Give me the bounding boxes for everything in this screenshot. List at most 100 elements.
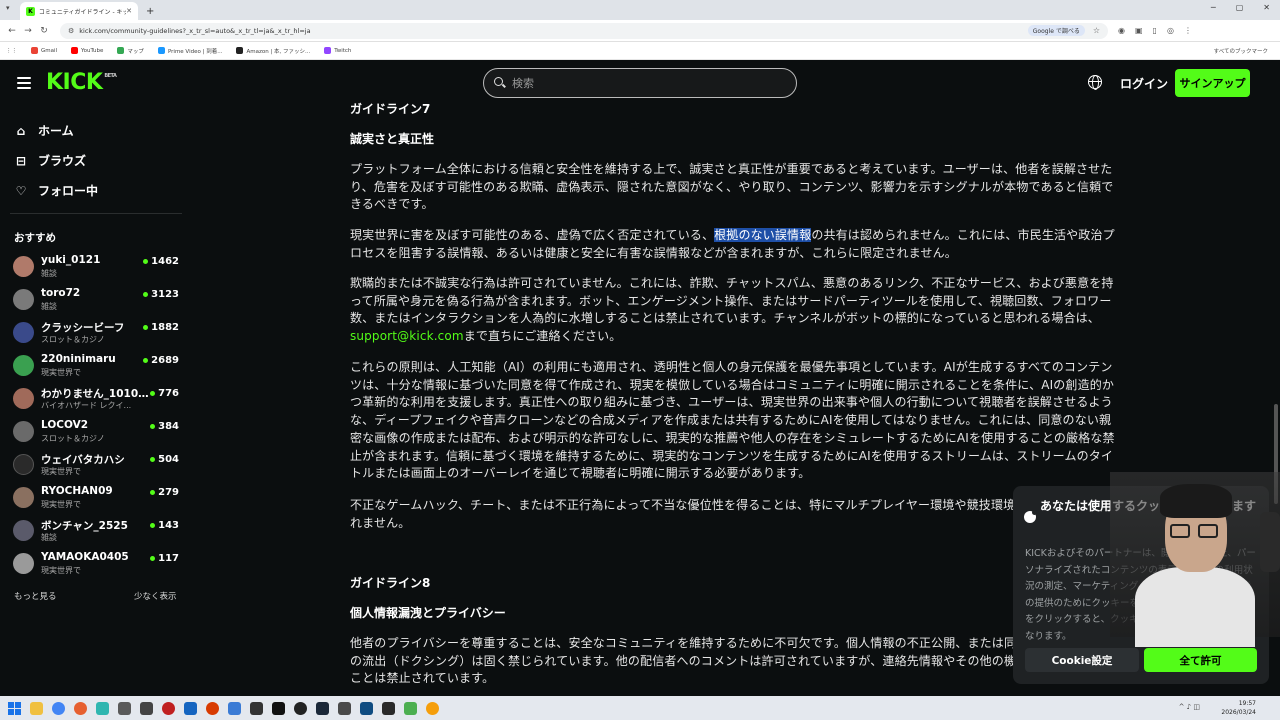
edge-icon[interactable] bbox=[96, 701, 109, 715]
channel-item[interactable]: RYOCHAN09 現実世界で 279 bbox=[13, 484, 183, 512]
guideline-7-title: 誠実さと真正性 bbox=[350, 132, 435, 146]
sidebar-divider bbox=[10, 213, 182, 214]
profile-icon[interactable]: ◎ bbox=[1167, 26, 1174, 35]
search-input[interactable]: 検索 bbox=[483, 68, 797, 98]
site-info-icon[interactable]: ⚙ bbox=[68, 27, 74, 35]
google-translate-badge[interactable]: Google で調べる bbox=[1027, 25, 1085, 36]
selected-text[interactable]: 根拠のない誤情報 bbox=[714, 228, 812, 242]
app-icon[interactable] bbox=[382, 701, 395, 715]
channel-item[interactable]: toro72 雑談 3123 bbox=[13, 286, 183, 314]
viewer-count: 1882 bbox=[143, 322, 179, 333]
steam-icon[interactable] bbox=[316, 701, 329, 715]
app-icon[interactable] bbox=[140, 701, 153, 715]
tab-menu-icon[interactable]: ▾ bbox=[6, 4, 10, 12]
app-icon[interactable] bbox=[360, 701, 373, 715]
minimize-icon[interactable]: ─ bbox=[1211, 3, 1216, 12]
show-less-link[interactable]: 少なく表示 bbox=[134, 590, 177, 602]
language-globe-icon[interactable] bbox=[1088, 75, 1102, 90]
all-bookmarks[interactable]: すべてのブックマーク bbox=[1214, 47, 1268, 55]
sidebar-item-browse[interactable]: ⊟ ブラウズ bbox=[14, 152, 86, 169]
bookmark-star-icon[interactable]: ☆ bbox=[1093, 26, 1100, 35]
maximize-icon[interactable]: ▢ bbox=[1236, 3, 1244, 12]
more-menu-icon[interactable]: ⋮ bbox=[1184, 26, 1192, 35]
clock-time: 19:57 bbox=[1238, 700, 1256, 707]
app-icon[interactable] bbox=[206, 701, 219, 715]
bookmark-prime-video[interactable]: Prime Video | 到着... bbox=[157, 47, 222, 55]
close-window-icon[interactable]: ✕ bbox=[1263, 3, 1270, 12]
system-tray-icons[interactable]: ^ ♪ ◫ bbox=[1179, 703, 1200, 711]
avatar bbox=[13, 454, 34, 475]
channel-category: 現実世界で bbox=[41, 500, 81, 509]
glasses-left bbox=[1170, 524, 1190, 538]
kick-logo[interactable]: KICK BETA bbox=[46, 70, 117, 95]
channel-name: RYOCHAN09 bbox=[41, 485, 113, 497]
channel-name: ボンチャン_2525 bbox=[41, 520, 128, 532]
show-more-link[interactable]: もっと見る bbox=[14, 590, 57, 602]
channel-item[interactable]: YAMAOKA0405 現実世界で 117 bbox=[13, 550, 183, 578]
hamburger-menu-icon[interactable] bbox=[17, 77, 31, 89]
apps-icon[interactable]: ⋮⋮ bbox=[6, 48, 17, 54]
allow-all-button[interactable]: 全て許可 bbox=[1144, 648, 1257, 672]
app-icon[interactable] bbox=[338, 701, 351, 715]
bookmark-gmail[interactable]: Gmail bbox=[31, 47, 57, 54]
channel-item[interactable]: ボンチャン_2525 雑談 143 bbox=[13, 517, 183, 545]
cookie-icon bbox=[1024, 510, 1037, 523]
bookmark-youtube[interactable]: YouTube bbox=[71, 47, 103, 54]
recommended-heading: おすすめ bbox=[14, 232, 56, 244]
channel-name: toro72 bbox=[41, 287, 81, 299]
channel-name: わかりません_10101... bbox=[41, 388, 151, 400]
viewer-count: 117 bbox=[150, 553, 179, 564]
record-icon[interactable] bbox=[162, 701, 175, 715]
app-icon[interactable] bbox=[426, 701, 439, 715]
channel-item[interactable]: わかりません_10101... バイオハザード レクイ... 776 bbox=[13, 385, 183, 413]
channel-category: 現実世界で bbox=[41, 368, 81, 377]
channel-item[interactable]: LOCOV2 スロット＆カジノ 384 bbox=[13, 418, 183, 446]
obs-icon[interactable] bbox=[294, 701, 307, 715]
tab-close-icon[interactable]: ✕ bbox=[126, 7, 132, 15]
app-icon[interactable] bbox=[184, 701, 197, 715]
login-button[interactable]: ログイン bbox=[1120, 75, 1168, 92]
sidebar-item-following[interactable]: ♡ フォロー中 bbox=[14, 182, 98, 199]
file-explorer-icon[interactable] bbox=[30, 701, 43, 715]
reload-icon[interactable]: ↻ bbox=[36, 26, 52, 36]
channel-item[interactable]: クラッシービーフ スロット＆カジノ 1882 bbox=[13, 319, 183, 347]
sidebar-item-home[interactable]: ⌂ ホーム bbox=[14, 122, 74, 139]
paragraph: これらの原則は、人工知能（AI）の利用にも適用され、透明性と個人の身元保護を最優… bbox=[350, 360, 1115, 481]
app-icon[interactable] bbox=[118, 701, 131, 715]
terminal-icon[interactable] bbox=[250, 701, 263, 715]
puzzle-icon[interactable]: ▣ bbox=[1135, 26, 1143, 35]
paragraph: プラットフォーム全体における信頼と安全性を維持する上で、誠実さと真正性が重要であ… bbox=[350, 162, 1114, 212]
firefox-icon[interactable] bbox=[74, 701, 87, 715]
system-clock[interactable]: 19:57 2026/03/24 bbox=[1221, 699, 1256, 717]
live-dot-icon bbox=[143, 358, 149, 363]
channel-category: スロット＆カジノ bbox=[41, 335, 105, 344]
channel-item[interactable]: yuki_0121 雑談 1462 bbox=[13, 253, 183, 281]
browser-tabstrip: ▾ K コミュニティガイドライン - キックストリ… ✕ + ─ ▢ ✕ bbox=[0, 0, 1280, 20]
url-field[interactable]: ⚙ kick.com/community-guidelines?_x_tr_sl… bbox=[60, 22, 1108, 39]
browser-tab[interactable]: K コミュニティガイドライン - キックストリ… ✕ bbox=[20, 2, 138, 20]
windows-start-icon[interactable] bbox=[8, 701, 21, 715]
extension-icons: ◉ ▣ ▯ ◎ ⋮ bbox=[1118, 26, 1192, 35]
chrome-icon[interactable] bbox=[52, 701, 65, 715]
kick-favicon-icon: K bbox=[26, 6, 35, 16]
back-icon[interactable]: ← bbox=[4, 26, 20, 36]
app-icon[interactable] bbox=[272, 701, 285, 715]
forward-icon[interactable]: → bbox=[20, 26, 36, 36]
bookmark-twitch[interactable]: Twitch bbox=[324, 47, 351, 54]
bookmark-maps[interactable]: マップ bbox=[117, 47, 144, 55]
signup-button[interactable]: サインアップ bbox=[1175, 69, 1250, 97]
app-icon[interactable] bbox=[404, 701, 417, 715]
app-icon[interactable] bbox=[228, 701, 241, 715]
avatar bbox=[13, 289, 34, 310]
new-tab-button[interactable]: + bbox=[146, 2, 154, 20]
sidepanel-icon[interactable]: ▯ bbox=[1153, 26, 1157, 35]
channel-item[interactable]: ウェイバタカハシ 現実世界で 504 bbox=[13, 451, 183, 479]
support-email-link[interactable]: support@kick.com bbox=[350, 329, 464, 343]
search-icon bbox=[494, 77, 506, 89]
cookie-settings-button[interactable]: Cookie設定 bbox=[1025, 648, 1139, 672]
channel-item[interactable]: 220ninimaru 現実世界で 2689 bbox=[13, 352, 183, 380]
extension-icon[interactable]: ◉ bbox=[1118, 26, 1125, 35]
bookmark-amazon[interactable]: Amazon | 本, ファッシ... bbox=[236, 47, 310, 55]
site-header: KICK BETA 検索 ログイン サインアップ bbox=[0, 60, 1280, 106]
viewer-count: 1462 bbox=[143, 256, 179, 267]
